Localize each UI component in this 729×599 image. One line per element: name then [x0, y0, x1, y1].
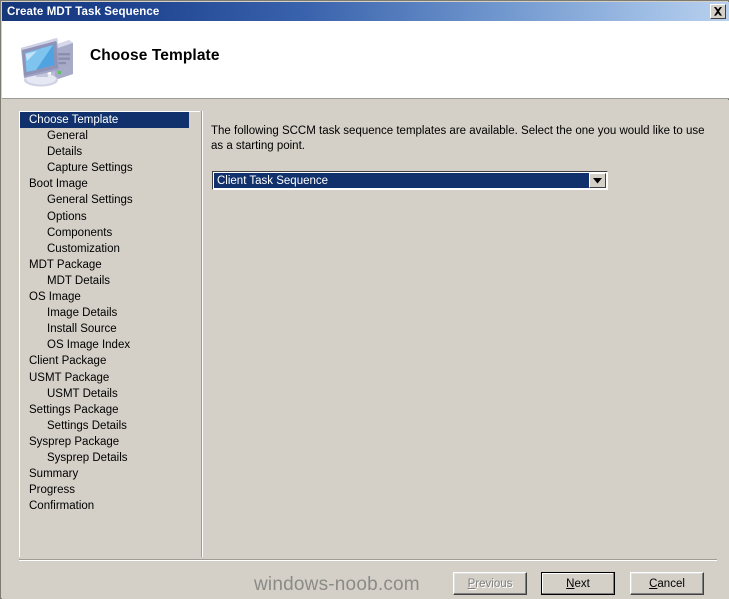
- sidebar-item[interactable]: Summary: [20, 466, 200, 482]
- content-pane: The following SCCM task sequence templat…: [205, 111, 717, 557]
- template-select[interactable]: Client Task Sequence: [212, 171, 608, 190]
- sidebar-item[interactable]: Install Source: [20, 321, 200, 337]
- sidebar-item[interactable]: Components: [20, 225, 200, 241]
- sidebar-item[interactable]: USMT Package: [20, 370, 200, 386]
- sidebar-item[interactable]: Sysprep Details: [20, 450, 200, 466]
- sidebar-item[interactable]: Sysprep Package: [20, 434, 200, 450]
- sidebar-item[interactable]: Client Package: [20, 353, 200, 369]
- sidebar-item[interactable]: Capture Settings: [20, 160, 200, 176]
- sidebar-item[interactable]: Settings Package: [20, 402, 200, 418]
- sidebar-content-divider: [201, 111, 203, 557]
- sidebar-item[interactable]: General: [20, 128, 200, 144]
- instruction-text: The following SCCM task sequence templat…: [211, 125, 705, 152]
- wizard-footer: Previous Next Cancel: [2, 562, 729, 599]
- window-title: Create MDT Task Sequence: [7, 5, 160, 18]
- previous-button[interactable]: Previous: [453, 572, 527, 595]
- next-button-label: Next: [566, 577, 590, 590]
- page-title: Choose Template: [90, 47, 220, 64]
- computer-monitor-icon: [17, 34, 79, 92]
- wizard-body: Choose Template General Details Capture Set…: [2, 100, 729, 599]
- sidebar-item[interactable]: Settings Details: [20, 418, 200, 434]
- title-bar: Create MDT Task Sequence: [2, 2, 729, 21]
- sidebar-item[interactable]: Confirmation: [20, 498, 200, 514]
- sidebar-item[interactable]: Image Details: [20, 305, 200, 321]
- cancel-button[interactable]: Cancel: [630, 572, 704, 595]
- sidebar-item[interactable]: Options: [20, 209, 200, 225]
- close-icon[interactable]: [710, 4, 726, 19]
- sidebar-item[interactable]: USMT Details: [20, 386, 200, 402]
- footer-divider: [19, 559, 717, 561]
- wizard-header: Choose Template: [2, 21, 729, 99]
- sidebar-item[interactable]: OS Image: [20, 289, 200, 305]
- template-select-value: Client Task Sequence: [214, 173, 589, 188]
- sidebar-item[interactable]: Choose Template: [20, 112, 189, 129]
- sidebar-item[interactable]: MDT Package: [20, 257, 200, 273]
- sidebar-item[interactable]: Progress: [20, 482, 200, 498]
- previous-button-label: Previous: [467, 577, 513, 590]
- wizard-window: Create MDT Task Sequence Choose Template…: [0, 0, 729, 599]
- sidebar-item[interactable]: Details: [20, 144, 200, 160]
- sidebar-item[interactable]: MDT Details: [20, 273, 200, 289]
- sidebar-item[interactable]: Customization: [20, 241, 200, 257]
- chevron-down-icon[interactable]: [589, 173, 606, 188]
- next-button[interactable]: Next: [541, 572, 615, 595]
- cancel-button-label: Cancel: [649, 577, 685, 590]
- wizard-step-list: Choose Template General Details Capture Set…: [19, 111, 200, 557]
- sidebar-item[interactable]: OS Image Index: [20, 337, 200, 353]
- sidebar-item[interactable]: General Settings: [20, 192, 200, 208]
- sidebar-item[interactable]: Boot Image: [20, 176, 200, 192]
